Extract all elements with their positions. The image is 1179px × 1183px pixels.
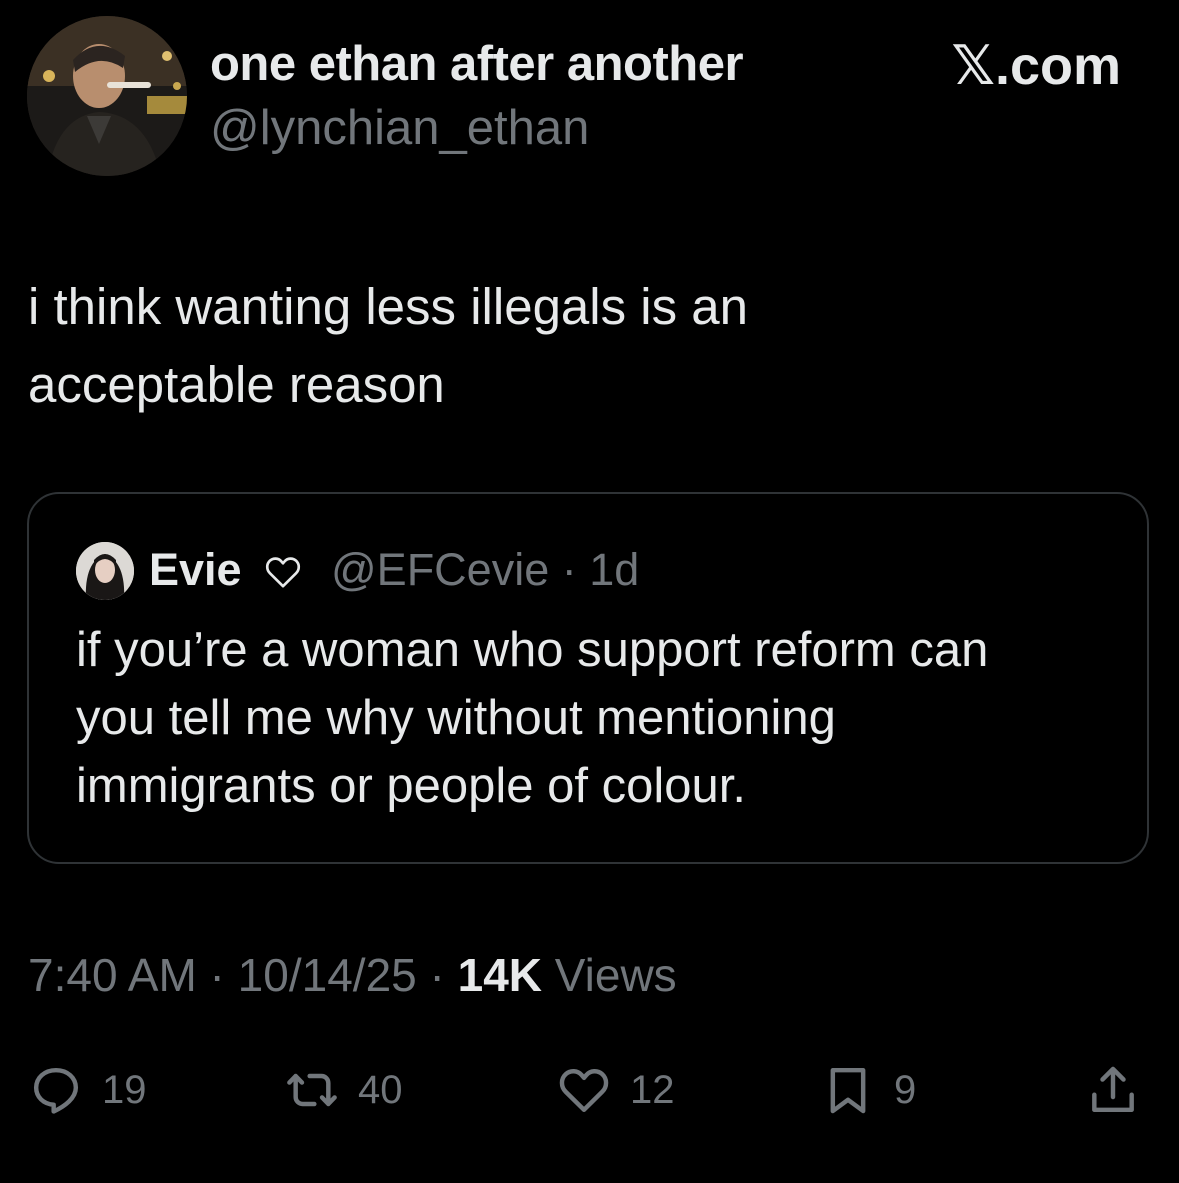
views-count: 14K: [457, 949, 543, 1001]
profile-avatar[interactable]: [27, 16, 187, 176]
author-handle[interactable]: @lynchian_ethan: [210, 100, 589, 156]
reply-icon: [33, 1067, 79, 1114]
reply-count: 19: [102, 1067, 147, 1112]
repost-icon: [287, 1073, 337, 1107]
profile-photo-icon: [27, 16, 187, 176]
repost-count: 40: [358, 1067, 403, 1112]
white-heart-icon: [265, 557, 301, 588]
like-count: 12: [630, 1067, 675, 1112]
author-display-name[interactable]: one ethan after another: [210, 36, 744, 92]
quoted-display-name[interactable]: Evie: [149, 544, 242, 596]
bookmark-icon: [830, 1067, 866, 1114]
reply-button[interactable]: 19: [28, 1055, 147, 1125]
quoted-profile-photo-icon: [76, 542, 134, 600]
quoted-avatar[interactable]: [76, 542, 134, 600]
quoted-handle-and-time[interactable]: @EFCevie · 1d: [331, 544, 639, 596]
tweet-date[interactable]: 10/14/25: [238, 949, 417, 1001]
tweet-text: i think wanting less illegals is an acce…: [28, 278, 749, 413]
action-bar: 19 40 12 9: [0, 1055, 1179, 1125]
meta-separator: ·: [416, 949, 458, 1001]
like-button[interactable]: 12: [556, 1055, 675, 1125]
bookmark-count: 9: [894, 1067, 917, 1112]
quoted-tweet-text: if you’re a woman who support reform can…: [76, 623, 989, 813]
tweet-meta: 7:40 AM · 10/14/25 · 14K Views: [28, 948, 677, 1002]
repost-button[interactable]: 40: [284, 1055, 403, 1125]
bookmark-button[interactable]: 9: [820, 1055, 916, 1125]
meta-separator: ·: [196, 949, 238, 1001]
brand-watermark: 𝕏.com: [951, 36, 1121, 96]
tweet-time[interactable]: 7:40 AM: [28, 949, 197, 1001]
heart-icon: [559, 1069, 609, 1113]
share-button[interactable]: [1085, 1055, 1141, 1125]
share-icon: [1092, 1066, 1134, 1113]
views-label: Views: [554, 949, 677, 1001]
quoted-tweet-card[interactable]: Evie @EFCevie · 1d if you’re a woman who…: [27, 492, 1149, 864]
